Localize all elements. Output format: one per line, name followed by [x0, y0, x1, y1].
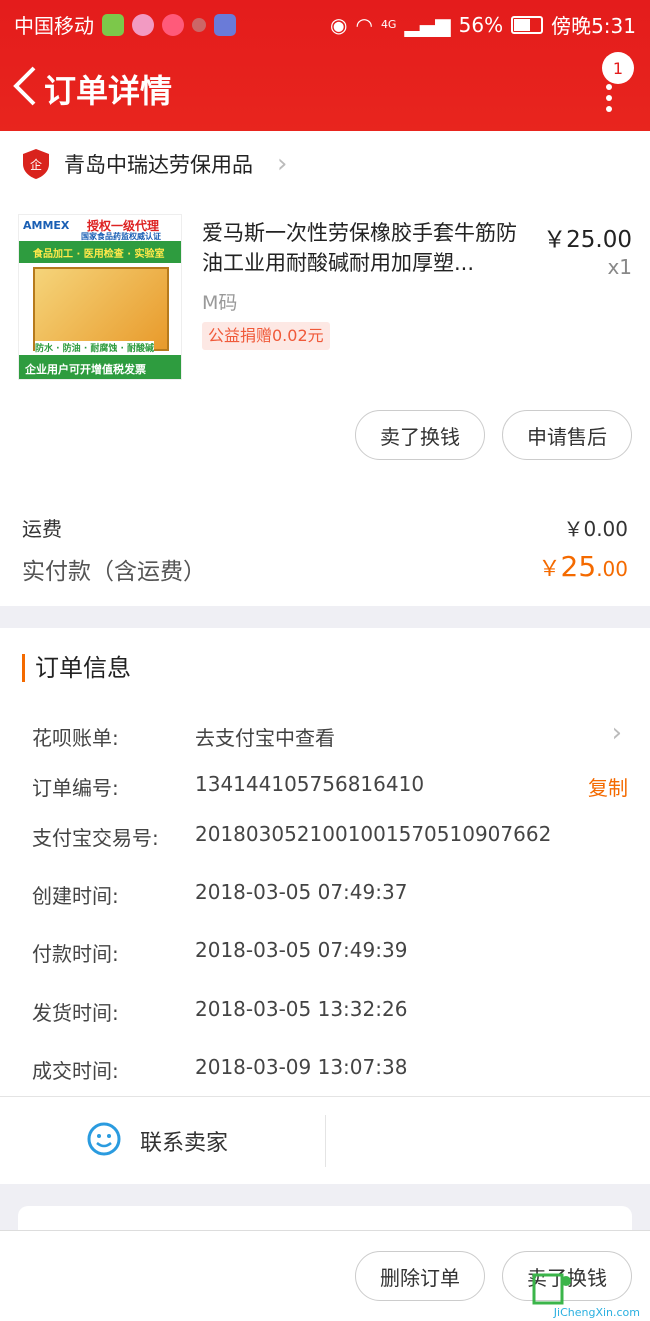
charity-badge: 公益捐赠0.02元	[202, 322, 330, 350]
copy-button[interactable]: 复制	[588, 772, 628, 801]
chevron-left-icon[interactable]	[10, 62, 40, 110]
watermark-text: JiChengXin.com	[553, 1306, 640, 1319]
product-spec: M码	[202, 292, 238, 314]
completed-time: 2018-03-09 13:07:38	[195, 1055, 408, 1079]
total-currency: ￥	[538, 557, 561, 582]
info-label: 花呗账单:	[32, 726, 119, 750]
product-name[interactable]: 爱马斯一次性劳保橡胶手套牛筋防油工业用耐酸碱耐用加厚塑...	[202, 218, 537, 278]
eye-icon: ◉	[330, 12, 348, 37]
thumb-line3: 食品加工 · 医用检查 · 实验室	[33, 249, 165, 260]
info-label: 支付宝交易号:	[32, 826, 159, 850]
battery-icon	[511, 15, 544, 34]
chat-face-icon[interactable]	[86, 1121, 122, 1157]
carrier-label: 中国移动	[14, 14, 94, 38]
sell-button[interactable]: 卖了换钱	[355, 410, 485, 460]
shop-link[interactable]: 企 青岛中瑞达劳保用品 ›	[22, 148, 287, 180]
product-quantity: x1	[607, 255, 632, 279]
wifi-icon: ◠	[355, 12, 373, 37]
signal-icon: ▂▄▆	[404, 12, 451, 37]
app-notification-icon	[214, 13, 236, 36]
info-label: 发货时间:	[32, 1001, 119, 1025]
notification-badge[interactable]: 1	[602, 52, 634, 84]
contact-bar: 联系卖家	[0, 1096, 650, 1184]
page-title: 订单详情	[44, 72, 173, 110]
paid-time: 2018-03-05 07:49:39	[195, 938, 408, 962]
status-bar: 中国移动 ◉ ◠ 4G ▂▄▆ 56% 傍晚5:31	[0, 0, 650, 44]
alipay-trade-number: 2018030521001001570510907662	[195, 822, 552, 846]
glove-box-image	[33, 267, 169, 351]
huabei-link[interactable]: 去支付宝中查看	[195, 722, 335, 751]
total-decimal: .00	[596, 557, 628, 581]
svg-text:企: 企	[30, 157, 42, 172]
total-label: 实付款（含运费）	[22, 559, 206, 585]
enterprise-shield-icon: 企	[23, 149, 49, 179]
header-bar: 中国移动 ◉ ◠ 4G ▂▄▆ 56% 傍晚5:31 订单详情 1	[0, 0, 650, 131]
chevron-right-icon: ›	[277, 149, 288, 179]
dot-icon	[192, 17, 206, 32]
thumb-line4: 防水 · 防油 · 耐腐蚀 · 耐酸碱	[35, 341, 155, 354]
shipped-time: 2018-03-05 13:32:26	[195, 997, 408, 1021]
after-sale-button[interactable]: 申请售后	[502, 410, 632, 460]
shipping-label: 运费	[22, 517, 62, 541]
thumb-brand: AMMEX	[23, 219, 70, 232]
info-label: 成交时间:	[32, 1059, 119, 1083]
app-notification-icon	[102, 13, 124, 36]
app-notification-icon	[132, 13, 154, 36]
total-amount: ￥25.00	[539, 550, 628, 583]
product-thumbnail[interactable]: AMMEX 授权一级代理 国家食品药监权威认证 食品加工 · 医用检查 · 实验…	[18, 214, 182, 380]
shop-name: 青岛中瑞达劳保用品	[64, 153, 253, 177]
more-vertical-icon[interactable]	[606, 84, 612, 120]
delete-order-button[interactable]: 删除订单	[355, 1251, 485, 1301]
chevron-right-icon[interactable]: ›	[612, 718, 622, 748]
nav-bar: 订单详情 1	[0, 52, 650, 124]
clock: 傍晚5:31	[551, 14, 636, 38]
product-price: ￥25.00	[543, 227, 632, 253]
watermark-icon	[532, 1273, 571, 1305]
network-type: 4G	[380, 18, 397, 31]
shipping-value: ￥0.00	[563, 517, 628, 541]
contact-seller-button[interactable]: 联系卖家	[140, 1125, 228, 1157]
message-icon	[162, 13, 184, 36]
divider	[325, 1115, 326, 1167]
info-label: 创建时间:	[32, 884, 119, 908]
info-label: 付款时间:	[32, 942, 119, 966]
info-label: 订单编号:	[32, 776, 119, 800]
order-info-title: 订单信息	[22, 654, 131, 682]
battery-percent: 56%	[458, 12, 504, 37]
thumb-line5: 企业用户可开增值税发票	[25, 363, 146, 376]
total-integer: 25	[560, 550, 597, 583]
order-number: 134144105756816410	[195, 772, 425, 796]
created-time: 2018-03-05 07:49:37	[195, 880, 408, 904]
watermark-logo: JiChengXin.com	[530, 1273, 650, 1319]
bottom-action-bar: 删除订单 卖了换钱 JiChengXin.com	[0, 1230, 650, 1321]
